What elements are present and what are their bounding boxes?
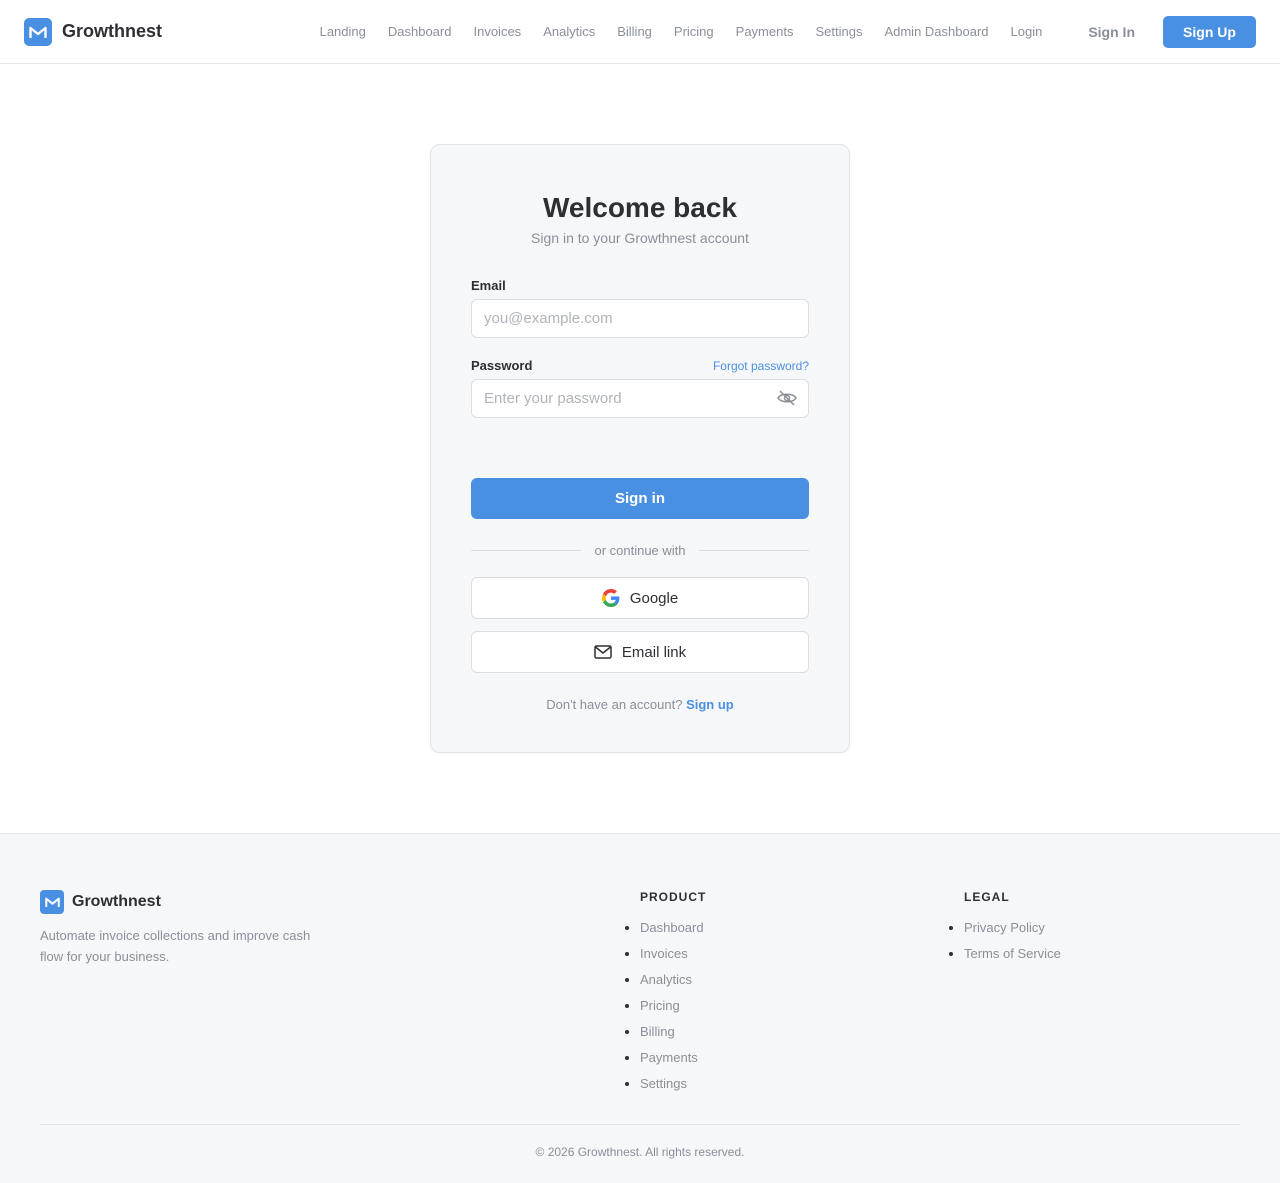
password-label: Password [471, 358, 533, 373]
top-header: Growthnest Landing Dashboard Invoices An… [0, 0, 1280, 64]
email-link-button[interactable]: Email link [471, 631, 809, 673]
page-title: Welcome back [542, 192, 738, 223]
logo-icon [24, 17, 52, 46]
password-field[interactable] [471, 379, 809, 418]
header-sign-in-button[interactable]: Sign In [1088, 24, 1135, 40]
footer-link-privacy-policy[interactable]: Privacy Policy [964, 920, 1061, 946]
divider-text: or continue with [594, 543, 686, 558]
mail-icon [594, 645, 612, 659]
footer-link-analytics[interactable]: Analytics [640, 972, 706, 998]
footer-link-billing[interactable]: Billing [640, 1024, 706, 1050]
sign-in-button[interactable]: Sign in [471, 478, 809, 519]
footer-brand[interactable]: Growthnest [40, 890, 161, 914]
nav-billing[interactable]: Billing [617, 24, 652, 39]
footer-link-payments[interactable]: Payments [640, 1050, 706, 1076]
eye-off-icon[interactable] [777, 389, 797, 412]
footer-divider [40, 1124, 1240, 1125]
nav-pricing[interactable]: Pricing [674, 24, 714, 39]
copyright: © 2026 Growthnest. All rights reserved. [535, 1145, 745, 1159]
footer-link-dashboard[interactable]: Dashboard [640, 920, 706, 946]
email-field[interactable] [471, 299, 809, 338]
nav-login[interactable]: Login [1011, 24, 1043, 39]
header-sign-up-button[interactable]: Sign Up [1163, 15, 1256, 48]
sign-up-link[interactable]: Sign up [686, 697, 734, 712]
brand-name: Growthnest [62, 21, 163, 41]
nav-admin-dashboard[interactable]: Admin Dashboard [884, 24, 988, 39]
email-label: Email [471, 278, 506, 293]
nav-payments[interactable]: Payments [736, 24, 794, 39]
footer-brand-name: Growthnest [72, 893, 161, 910]
footer-link-invoices[interactable]: Invoices [640, 946, 706, 972]
page-subtitle: Sign in to your Growthnest account [531, 230, 749, 246]
google-label: Google [629, 589, 679, 607]
footer-product-column: PRODUCT Dashboard Invoices Analytics Pri… [640, 890, 706, 1102]
forgot-password-link[interactable]: Forgot password? [713, 359, 809, 373]
google-icon [601, 589, 620, 607]
main-content: Welcome back Sign in to your Growthnest … [0, 64, 1280, 833]
login-card: Welcome back Sign in to your Growthnest … [430, 144, 850, 753]
nav-analytics[interactable]: Analytics [543, 24, 595, 39]
nav-settings[interactable]: Settings [815, 24, 862, 39]
footer-link-pricing[interactable]: Pricing [640, 998, 706, 1024]
brand[interactable]: Growthnest [24, 17, 163, 46]
footer-legal-heading: LEGAL [964, 890, 1010, 904]
google-button[interactable]: Google [471, 577, 809, 619]
footer-legal-column: LEGAL Privacy Policy Terms of Service [964, 890, 1061, 972]
divider: or continue with [471, 543, 809, 558]
footer-link-terms-of-service[interactable]: Terms of Service [964, 946, 1061, 972]
nav-dashboard[interactable]: Dashboard [388, 24, 452, 39]
footer-description: Automate invoice collections and improve… [40, 928, 311, 964]
nav-landing[interactable]: Landing [320, 24, 366, 39]
main-nav: Landing Dashboard Invoices Analytics Bil… [320, 24, 1043, 39]
email-group: Email [471, 278, 809, 338]
footer-link-settings[interactable]: Settings [640, 1076, 706, 1102]
footer-logo-icon [40, 890, 64, 914]
signup-prompt: Don't have an account? Sign up [471, 697, 809, 712]
no-account-text: Don't have an account? [546, 697, 683, 712]
email-link-label: Email link [621, 643, 687, 661]
site-footer: Growthnest Automate invoice collections … [0, 833, 1280, 1183]
footer-product-heading: PRODUCT [640, 890, 707, 904]
nav-invoices[interactable]: Invoices [473, 24, 521, 39]
password-group: Password Forgot password? [471, 358, 809, 418]
